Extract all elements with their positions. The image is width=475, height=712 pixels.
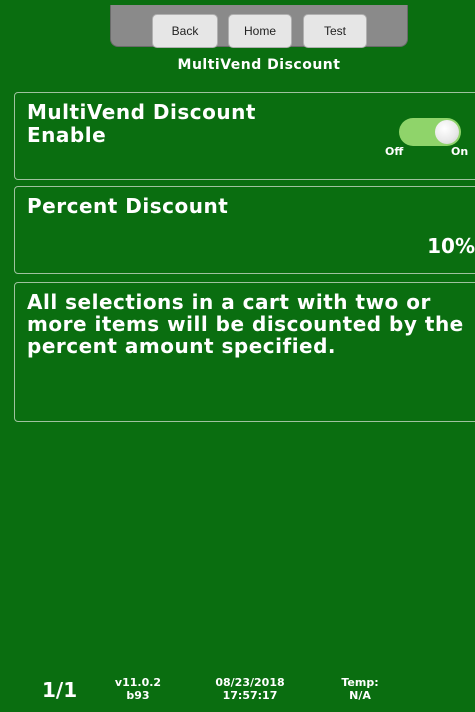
temperature-info: Temp: N/A <box>328 676 392 702</box>
toggle-knob <box>435 120 459 144</box>
enable-setting-title-line1: MultiVend Discount <box>27 100 256 124</box>
description-text: All selections in a cart with two or mor… <box>27 290 464 358</box>
enable-setting-title-line2: Enable <box>27 123 107 147</box>
percent-discount-title: Percent Discount <box>27 194 229 218</box>
version-info: v11.0.2 b93 <box>106 676 170 702</box>
description-panel: All selections in a cart with two or mor… <box>14 282 475 422</box>
enable-toggle-switch[interactable] <box>399 118 461 146</box>
toggle-on-label: On <box>451 145 469 158</box>
home-button[interactable]: Home <box>228 14 292 48</box>
version-number: v11.0.2 <box>114 676 162 689</box>
date-value: 08/23/2018 <box>215 676 285 689</box>
percent-discount-panel[interactable]: Percent Discount <box>14 186 475 274</box>
temp-label: Temp: <box>341 676 379 689</box>
datetime-info: 08/23/2018 17:57:17 <box>188 676 312 702</box>
percent-discount-value: 10% <box>427 234 475 258</box>
build-number: b93 <box>126 689 150 702</box>
page-title: MultiVend Discount <box>177 57 341 73</box>
back-button[interactable]: Back <box>152 14 218 48</box>
toggle-off-label: Off <box>385 145 404 158</box>
page-indicator: 1/1 <box>42 678 78 702</box>
temp-value: N/A <box>349 689 371 702</box>
time-value: 17:57:17 <box>222 689 278 702</box>
test-button[interactable]: Test <box>303 14 367 48</box>
enable-setting-title: MultiVend Discount Enable <box>27 101 256 147</box>
